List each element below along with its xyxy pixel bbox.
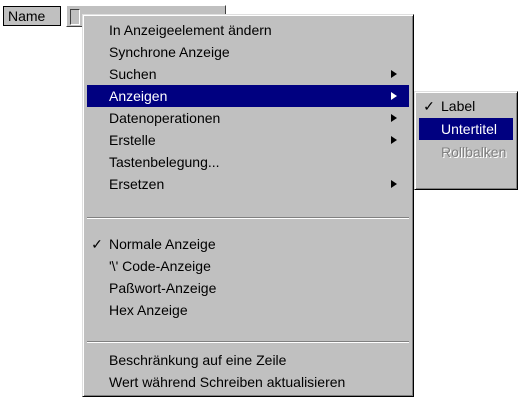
menu-item-password-display[interactable]: Paßwort-Anzeige bbox=[87, 277, 409, 299]
menu-separator bbox=[87, 341, 409, 343]
submenu-arrow-icon bbox=[391, 92, 397, 100]
submenu-arrow-icon bbox=[391, 136, 397, 144]
menu-item-key-navigation[interactable]: Tastenbelegung... bbox=[87, 151, 409, 173]
submenu-arrow-icon bbox=[391, 180, 397, 188]
checkmark-icon: ✓ bbox=[423, 98, 435, 114]
visible-items-submenu: ✓ Label Untertitel Rollbalken bbox=[414, 91, 518, 190]
menu-item-hex-display[interactable]: Hex Anzeige bbox=[87, 299, 409, 321]
context-menu: In Anzeigeelement ändern Synchrone Anzei… bbox=[82, 14, 414, 397]
menu-item-visible-items[interactable]: Anzeigen bbox=[87, 85, 409, 107]
menu-item-synchronous-display[interactable]: Synchrone Anzeige bbox=[87, 41, 409, 63]
menu-item-find[interactable]: Suchen bbox=[87, 63, 409, 85]
checkmark-icon: ✓ bbox=[91, 236, 103, 252]
menu-item-change-to-indicator[interactable]: In Anzeigeelement ändern bbox=[87, 19, 409, 41]
submenu-arrow-icon bbox=[391, 70, 397, 78]
menu-separator bbox=[87, 217, 409, 219]
submenu-item-label[interactable]: ✓ Label bbox=[419, 95, 513, 117]
submenu-item-scrollbar: Rollbalken bbox=[441, 144, 507, 160]
submenu-arrow-icon bbox=[391, 114, 397, 122]
name-label: Name bbox=[3, 6, 61, 26]
menu-item-replace[interactable]: Ersetzen bbox=[87, 173, 409, 195]
menu-item-limit-single-line[interactable]: Beschränkung auf eine Zeile bbox=[87, 349, 409, 371]
menu-item-codes-display[interactable]: '\' Code-Anzeige bbox=[87, 255, 409, 277]
menu-item-create[interactable]: Erstelle bbox=[87, 129, 409, 151]
menu-item-data-operations[interactable]: Datenoperationen bbox=[87, 107, 409, 129]
menu-item-normal-display[interactable]: ✓ Normale Anzeige bbox=[87, 233, 409, 255]
submenu-item-caption[interactable]: Untertitel bbox=[419, 118, 513, 140]
menu-item-update-while-typing[interactable]: Wert während Schreiben aktualisieren bbox=[87, 371, 409, 393]
control-inset bbox=[70, 9, 80, 25]
